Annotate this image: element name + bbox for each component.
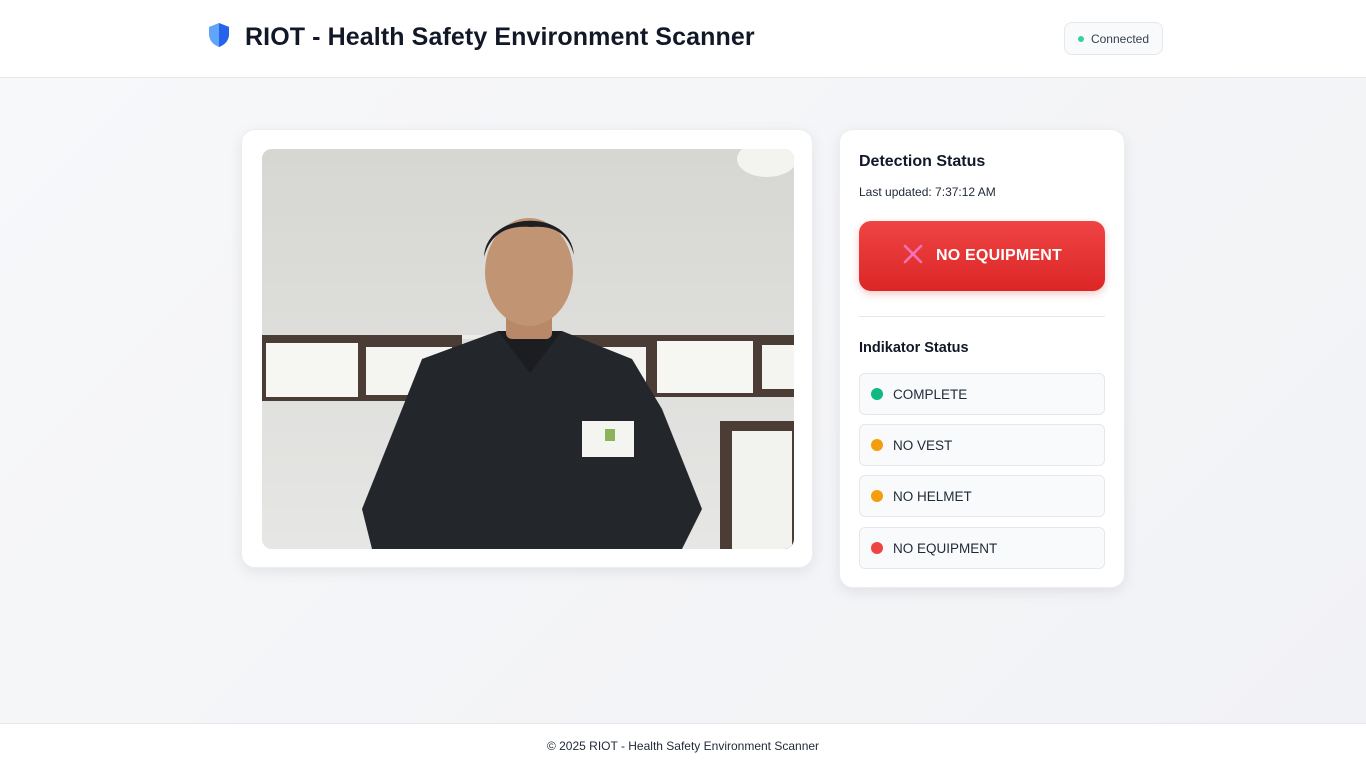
app-header: RIOT - Health Safety Environment Scanner… (0, 0, 1366, 78)
last-updated-text: Last updated: 7:37:12 AM (859, 185, 996, 199)
shield-icon (207, 22, 231, 53)
divider (859, 316, 1105, 317)
x-icon (902, 243, 936, 270)
connection-status-label: Connected (1090, 31, 1150, 46)
indicator-label: COMPLETE (893, 386, 968, 402)
detection-result-label: NO EQUIPMENT (936, 247, 1062, 264)
indicator-item-no-vest: NO VEST (859, 424, 1105, 466)
indicator-item-no-helmet: NO HELMET (859, 475, 1105, 517)
indicator-label: NO VEST (893, 437, 953, 453)
indicator-item-complete: COMPLETE (859, 373, 1105, 415)
connection-status-badge: Connected (1064, 22, 1163, 55)
status-dot-icon (871, 490, 883, 502)
connection-dot-icon (1077, 35, 1084, 42)
page-title: RIOT - Health Safety Environment Scanner (245, 23, 755, 51)
footer-copyright: © 2025 RIOT - Health Safety Environment … (546, 739, 820, 753)
indicator-label: NO EQUIPMENT (893, 540, 998, 556)
status-dot-icon (871, 388, 883, 400)
indicator-status-title: Indikator Status (859, 340, 969, 356)
indicator-item-no-equipment: NO EQUIPMENT (859, 527, 1105, 569)
camera-feed-card (241, 129, 813, 568)
page-footer: © 2025 RIOT - Health Safety Environment … (0, 723, 1366, 768)
indicator-label: NO HELMET (893, 488, 972, 504)
brand: RIOT - Health Safety Environment Scanner (207, 22, 755, 53)
status-dot-icon (871, 439, 883, 451)
status-dot-icon (871, 542, 883, 554)
detection-status-panel: Detection Status Last updated: 7:37:12 A… (839, 129, 1125, 588)
detection-status-title: Detection Status (859, 153, 986, 170)
detection-result-banner: NO EQUIPMENT (859, 221, 1105, 291)
camera-feed (262, 149, 794, 549)
